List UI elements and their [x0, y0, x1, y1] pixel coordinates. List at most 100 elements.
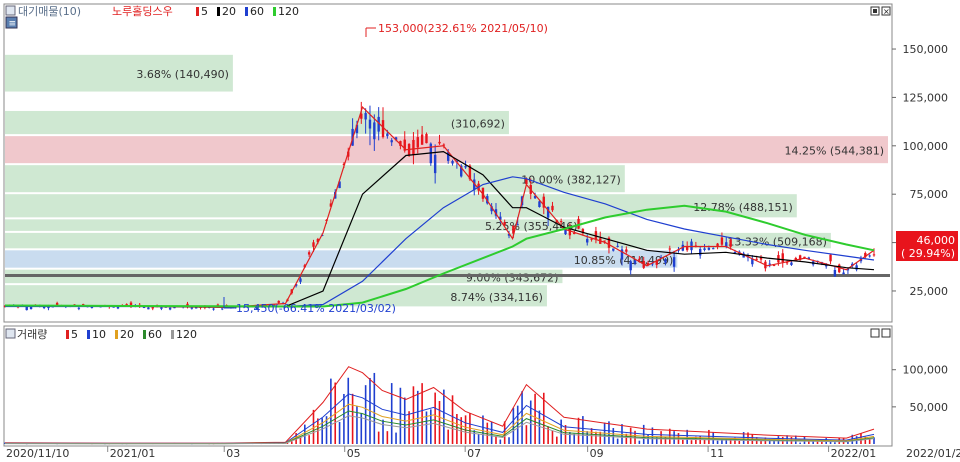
volume-bar [760, 441, 762, 444]
volume-bar [668, 428, 671, 444]
candle-body [538, 201, 541, 208]
candle-body [729, 239, 732, 247]
x-tick-label: 07 [467, 447, 481, 460]
panel-menu-icon[interactable] [5, 5, 16, 16]
candle-body [368, 119, 372, 129]
volume-legend-label: 120 [176, 328, 197, 341]
candle-body [386, 133, 389, 137]
x-axis-end-label: 2022/01/24 [906, 447, 960, 460]
volume-maximize-icon[interactable] [870, 328, 880, 338]
volume-bar [690, 440, 693, 444]
legend-ma-label: 5 [201, 5, 208, 18]
volume-bar [382, 419, 384, 444]
volume-bar [834, 442, 836, 444]
candle-body [464, 165, 467, 168]
volume-legend-label: 20 [120, 328, 134, 341]
candle-body [373, 122, 376, 140]
volume-legend-swatch [115, 330, 118, 339]
volume-bar [438, 400, 441, 444]
candle-body [781, 253, 784, 263]
legend-swatch [196, 7, 199, 16]
candle-body [699, 249, 702, 256]
candle-body [672, 257, 676, 267]
volume-bar [638, 440, 641, 444]
volume-bar [430, 409, 432, 444]
candle-body [438, 141, 441, 144]
volume-bar [395, 432, 397, 444]
volume-bar [443, 389, 445, 444]
volume-panel-menu-icon[interactable] [5, 328, 16, 339]
volume-legend-swatch [66, 330, 69, 339]
candle-body [638, 258, 641, 261]
volume-close-icon[interactable] [881, 328, 891, 338]
volume-bar [447, 429, 449, 444]
volume-bar [595, 431, 597, 444]
volume-bar [473, 430, 476, 444]
candle-body [668, 248, 671, 250]
volume-profile-label: 14.25% (544,381) [784, 145, 884, 158]
volume-bar [799, 442, 801, 444]
price-legend-title: 대기매물(10) [18, 5, 81, 18]
candle-body [768, 263, 771, 265]
x-tick-label: 11 [710, 447, 724, 460]
candle-body [868, 255, 871, 257]
volume-profile-label: 8.74% (334,116) [450, 291, 543, 304]
volume-y-tick-label: 50,000 [910, 401, 949, 414]
volume-bar [356, 405, 358, 444]
candle-body [625, 249, 628, 252]
volume-bar [508, 437, 510, 444]
volume-profile-label: 9.00% (343,672) [466, 271, 559, 284]
y-tick-label: 100,000 [903, 140, 949, 153]
volume-bar [321, 418, 323, 444]
candle-body [568, 228, 572, 236]
current-price-value: 46,000 [917, 234, 956, 247]
volume-profile-label: 13.33% (509,168) [727, 236, 827, 249]
volume-bar [351, 393, 354, 444]
candle-body [712, 248, 715, 250]
volume-bar [412, 386, 415, 444]
high-annotation: 153,000(232.61% 2021/05/10) [365, 22, 548, 37]
volume-legend-title: 거래량 [17, 328, 47, 341]
volume-legend-swatch [87, 330, 90, 339]
volume-bar [651, 427, 654, 444]
candle-body [147, 307, 150, 310]
y-tick-label: 75,000 [910, 188, 949, 201]
candle-body [525, 179, 528, 185]
candle-body [190, 307, 194, 309]
candle-body [629, 261, 632, 271]
volume-bar [738, 440, 741, 444]
candle-body [633, 260, 637, 264]
y-tick-label: 125,000 [903, 91, 949, 104]
candle-body [586, 238, 589, 243]
candle-body [616, 245, 619, 247]
volume-panel-frame [3, 325, 893, 447]
volume-profile-label: 12.78% (488,151) [693, 201, 793, 214]
candle-body [299, 278, 302, 282]
candle-body [725, 242, 728, 247]
candle-body [559, 221, 563, 223]
candle-body [433, 154, 437, 174]
candle-body [420, 134, 424, 145]
x-tick-label: 05 [347, 447, 361, 460]
candle-body [55, 302, 59, 306]
volume-bar [682, 439, 684, 444]
volume-y-tick-label: 100,000 [903, 364, 949, 377]
candle-body [516, 224, 519, 226]
legend-ma-label: 120 [278, 5, 299, 18]
volume-bar [703, 439, 706, 444]
volume-bar [525, 425, 528, 444]
stock-chart: 3.68% (140,490) (310,692) 14.25% (544,381)… [3, 3, 960, 460]
volume-bar [330, 378, 332, 444]
volume-legend-label: 10 [92, 328, 106, 341]
y-tick-label: 25,000 [910, 285, 949, 298]
candle-body [416, 137, 419, 148]
current-price-badge: 46,000 ( 29.94%) [896, 231, 958, 261]
volume-bar [434, 392, 436, 444]
volume-legend-swatch [171, 330, 174, 339]
volume-bar [529, 400, 532, 444]
x-tick-label: 09 [590, 447, 604, 460]
volume-bar [556, 436, 558, 444]
candle-body [160, 307, 163, 309]
legend-swatch [217, 7, 220, 16]
volume-profile-label: 3.68% (140,490) [136, 68, 229, 81]
